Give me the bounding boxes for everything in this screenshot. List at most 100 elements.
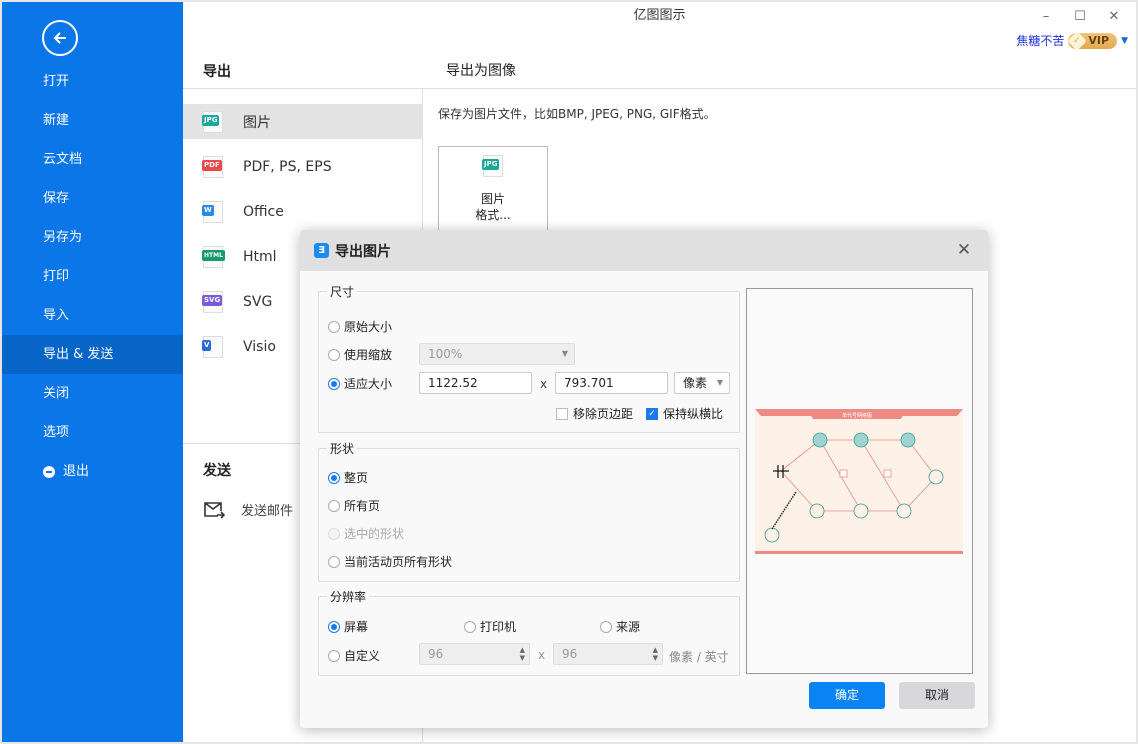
diagram-node	[896, 503, 912, 519]
sidebar-item-label: 云文档	[43, 152, 83, 167]
sidebar-item-exit[interactable]: 退出	[2, 452, 183, 491]
user-name[interactable]: 焦糖不苦	[1016, 32, 1064, 49]
sidebar-item-save[interactable]: 保存	[2, 179, 183, 218]
sidebar-item-new[interactable]: 新建	[2, 101, 183, 140]
sidebar-item-label: 另存为	[43, 230, 83, 245]
checkbox-remove-margin[interactable]: 移除页边距	[556, 405, 633, 422]
radio-selected-shapes[interactable]: 选中的形状	[328, 525, 404, 542]
sidebar: 打开 新建 云文档 保存 另存为 打印 导入 导出 & 发送 关闭 选项 退出	[2, 2, 183, 742]
width-input[interactable]: 1122.52	[419, 372, 532, 394]
export-item-image[interactable]: JPG 图片	[183, 104, 422, 139]
export-item-label: PDF, PS, EPS	[243, 158, 332, 175]
sidebar-item-save-as[interactable]: 另存为	[2, 218, 183, 257]
times-label: x	[540, 377, 548, 391]
export-item-label: Html	[243, 248, 277, 265]
diagram-node	[928, 469, 944, 485]
spinner-icon[interactable]: ▲ ▼	[653, 646, 658, 662]
sidebar-item-options[interactable]: 选项	[2, 413, 183, 452]
dialog-header: Ǝ 导出图片	[300, 230, 988, 271]
send-mail-item[interactable]: 发送邮件	[203, 500, 293, 519]
diagram-node	[764, 527, 780, 543]
user-dropdown-icon[interactable]: ▼	[1121, 36, 1128, 46]
diagram-node	[812, 432, 828, 448]
height-input[interactable]: 793.701	[555, 372, 668, 394]
minus-circle-icon	[43, 465, 55, 478]
image-panel-heading: 导出为图像	[446, 63, 516, 79]
app-title: 亿图图示	[633, 8, 686, 23]
dpi-y-input[interactable]: 96 ▲ ▼	[553, 643, 663, 665]
checkbox-keep-ratio[interactable]: ✓ 保持纵横比	[646, 405, 723, 422]
size-legend: 尺寸	[330, 285, 355, 299]
diagram-title: 单代号网络图	[842, 412, 872, 419]
close-window-button[interactable]: ✕	[1100, 6, 1128, 26]
export-heading: 导出	[203, 64, 231, 80]
minimize-button[interactable]: –	[1032, 6, 1060, 26]
radio-custom[interactable]: 自定义	[328, 647, 380, 664]
jpg-file-icon: JPG	[482, 155, 503, 177]
sidebar-item-cloud[interactable]: 云文档	[2, 140, 183, 179]
cancel-button[interactable]: 取消	[899, 682, 975, 709]
image-panel-description: 保存为图片文件，比如BMP, JPEG, PNG, GIF格式。	[438, 107, 716, 121]
sidebar-item-export-send[interactable]: 导出 & 发送	[2, 335, 183, 374]
radio-whole-page[interactable]: 整页	[328, 469, 368, 486]
shape-legend: 形状	[330, 442, 355, 456]
diagram-node	[900, 432, 916, 448]
user-area: 焦糖不苦 ✓ VIP ▼	[1016, 30, 1128, 51]
maximize-button[interactable]: ☐	[1066, 6, 1094, 26]
sidebar-item-label: 导入	[43, 308, 70, 323]
sidebar-item-label: 选项	[43, 425, 70, 440]
ok-button[interactable]: 确定	[809, 682, 885, 709]
svg-file-icon: SVG	[202, 290, 223, 313]
pdf-file-icon: PDF	[202, 155, 223, 178]
window-controls: – ☐ ✕	[1032, 6, 1128, 26]
vip-badge[interactable]: ✓ VIP	[1067, 30, 1118, 51]
sidebar-item-close[interactable]: 关闭	[2, 374, 183, 413]
radio-use-zoom[interactable]: 使用缩放	[328, 346, 392, 363]
diagram-footer-band	[755, 551, 963, 554]
spinner-icon[interactable]: ▲ ▼	[520, 646, 525, 662]
chevron-down-icon: ▼	[561, 349, 568, 358]
sidebar-item-import[interactable]: 导入	[2, 296, 183, 335]
arrow-left-icon	[53, 32, 66, 44]
radio-fit-size[interactable]: 适应大小	[328, 375, 392, 392]
sidebar-nav: 打开 新建 云文档 保存 另存为 打印 导入 导出 & 发送 关闭 选项 退出	[2, 62, 183, 491]
dpi-x-input[interactable]: 96 ▲ ▼	[419, 643, 530, 665]
zoom-select[interactable]: 100% ▼	[419, 343, 575, 365]
card-label-line1: 图片	[480, 192, 505, 206]
radio-original-size[interactable]: 原始大小	[328, 318, 392, 335]
vip-label: VIP	[1088, 34, 1110, 47]
dpi-unit-label: 像素 / 英寸	[669, 650, 729, 664]
resolution-legend: 分辨率	[330, 590, 367, 604]
send-mail-label: 发送邮件	[241, 504, 294, 519]
radio-source[interactable]: 来源	[600, 618, 640, 635]
sidebar-item-label: 导出 & 发送	[43, 347, 114, 362]
sidebar-item-open[interactable]: 打开	[2, 62, 183, 101]
unit-select[interactable]: 像素 ▼	[674, 372, 730, 394]
export-item-pdf[interactable]: PDF PDF, PS, EPS	[183, 149, 422, 184]
send-heading: 发送	[203, 463, 231, 479]
export-image-dialog: Ǝ 导出图片 ✕ 尺寸 原始大小 使用缩放 100% ▼ 适应大小 1122.52…	[300, 230, 988, 728]
export-item-office[interactable]: W Office	[183, 194, 422, 229]
mail-send-icon	[204, 501, 225, 519]
export-item-label: Visio	[243, 338, 276, 355]
radio-screen[interactable]: 屏幕	[328, 618, 368, 635]
radio-all-pages[interactable]: 所有页	[328, 497, 380, 514]
sidebar-item-label: 打印	[43, 269, 70, 284]
dialog-close-button[interactable]: ✕	[954, 240, 974, 260]
sidebar-item-label: 打开	[43, 74, 70, 89]
diagram-node	[853, 503, 869, 519]
html-file-icon: HTML	[202, 245, 225, 268]
card-label-line2: 格式...	[475, 208, 511, 222]
radio-active-page-shapes[interactable]: 当前活动页所有形状	[328, 553, 452, 570]
sidebar-item-label: 保存	[43, 191, 70, 206]
diagram-node	[853, 432, 869, 448]
app-logo-icon: Ǝ	[314, 243, 329, 258]
diagram-milestone	[839, 469, 848, 478]
jpg-file-icon: JPG	[202, 110, 223, 133]
dialog-title: 导出图片	[335, 243, 391, 260]
export-item-label: 图片	[243, 114, 271, 131]
radio-printer[interactable]: 打印机	[464, 618, 516, 635]
sidebar-item-label: 新建	[43, 113, 70, 128]
sidebar-item-print[interactable]: 打印	[2, 257, 183, 296]
back-button[interactable]	[42, 20, 78, 56]
